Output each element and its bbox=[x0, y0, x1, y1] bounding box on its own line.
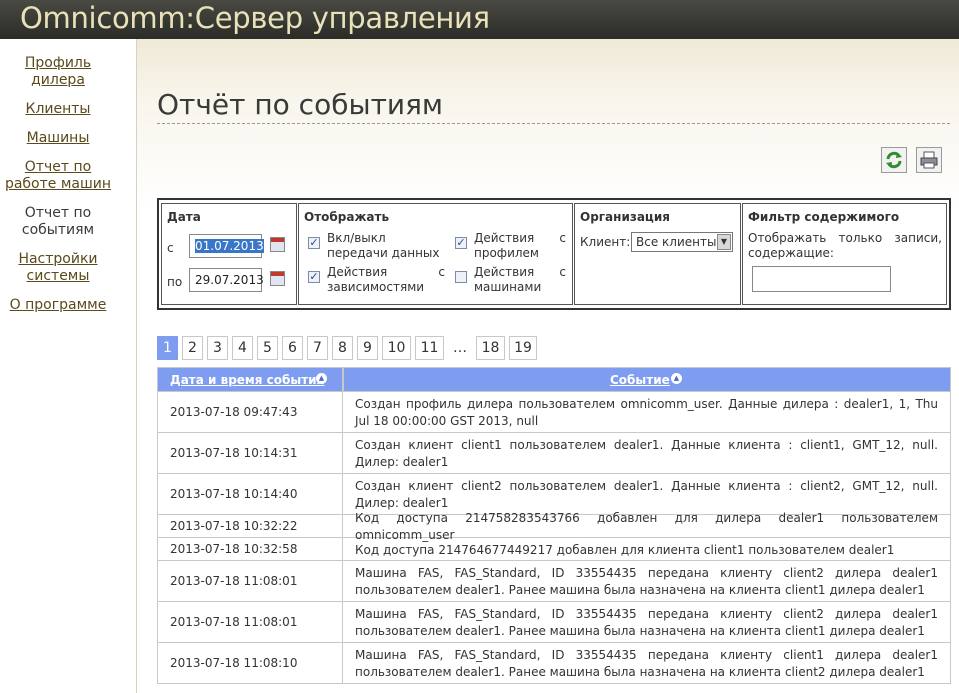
sidebar-item-machine-report[interactable]: Отчет по работе машин bbox=[0, 159, 116, 193]
content-filter-input[interactable] bbox=[752, 266, 891, 292]
date-from-value: 01.07.2013 bbox=[195, 239, 264, 253]
cell-event: Машина FAS, FAS_Standard, ID 33554435 пе… bbox=[343, 561, 951, 601]
column-header-datetime[interactable]: Дата и время события ▲ bbox=[157, 367, 343, 392]
display-filter: Отображать ✓ Вкл/выкл передачи данных ✓ … bbox=[298, 203, 573, 305]
option-machine-actions-label: Действия с машинами bbox=[474, 265, 566, 294]
cell-datetime: 2013-07-18 11:08:01 bbox=[157, 561, 343, 601]
content-filter-heading: Фильтр содержимого bbox=[748, 210, 900, 224]
page-button-8[interactable]: 8 bbox=[332, 336, 353, 360]
sidebar-item-clients[interactable]: Клиенты bbox=[0, 101, 116, 118]
content-filter: Фильтр содержимого Отображать только зап… bbox=[742, 203, 947, 305]
sort-icon[interactable]: ▲ bbox=[671, 373, 682, 384]
date-to-label: по bbox=[167, 275, 183, 289]
table-row: 2013-07-18 11:08:01 Машина FAS, FAS_Stan… bbox=[157, 561, 951, 602]
cell-datetime: 2013-07-18 11:08:10 bbox=[157, 643, 343, 683]
cell-datetime: 2013-07-18 10:14:31 bbox=[157, 433, 343, 473]
sidebar-item-dealer-profile[interactable]: Профиль дилера bbox=[0, 55, 116, 89]
option-profile-actions-label: Действия с профилем bbox=[474, 231, 566, 260]
cell-event: Создан клиент client2 пользователем deal… bbox=[343, 474, 951, 514]
client-select[interactable]: Все клиенты ▼ bbox=[631, 232, 733, 252]
page-button-1[interactable]: 1 bbox=[157, 336, 178, 360]
cell-datetime: 2013-07-18 10:14:40 bbox=[157, 474, 343, 514]
column-header-event-label[interactable]: Событие bbox=[610, 373, 670, 387]
column-header-datetime-label[interactable]: Дата и время события bbox=[170, 373, 324, 387]
page-button-11[interactable]: 11 bbox=[415, 336, 444, 360]
cell-event: Машина FAS, FAS_Standard, ID 33554435 пе… bbox=[343, 643, 951, 683]
display-filter-heading: Отображать bbox=[304, 210, 390, 224]
page-button-19[interactable]: 19 bbox=[509, 336, 537, 360]
page-button-9[interactable]: 9 bbox=[357, 336, 378, 360]
refresh-icon bbox=[886, 151, 902, 169]
sidebar-item-events-report: Отчет по событиям bbox=[21, 205, 95, 238]
date-from-input[interactable]: 01.07.2013 bbox=[189, 234, 264, 258]
option-data-transfer-label: Вкл/выкл передачи данных bbox=[327, 231, 440, 260]
client-select-value: Все клиенты bbox=[636, 235, 717, 249]
table-row: 2013-07-18 11:08:10 Машина FAS, FAS_Stan… bbox=[157, 643, 951, 684]
organization-filter: Организация Клиент: Все клиенты ▼ bbox=[574, 203, 741, 305]
content-filter-description: Отображать только записи, содержащие: bbox=[748, 231, 942, 260]
client-label: Клиент: bbox=[580, 235, 631, 249]
page-button-4[interactable]: 4 bbox=[232, 336, 253, 360]
cell-datetime: 2013-07-18 10:32:58 bbox=[157, 538, 343, 560]
table-row: 2013-07-18 10:32:22 Код доступа 21475828… bbox=[157, 511, 951, 542]
cell-event: Машина FAS, FAS_Standard, ID 33554435 пе… bbox=[343, 602, 951, 642]
sort-icon[interactable]: ▲ bbox=[316, 373, 327, 384]
app-title: Omnicomm:Сервер управления bbox=[20, 1, 490, 35]
cell-datetime: 2013-07-18 09:47:43 bbox=[157, 392, 343, 432]
sidebar-item-about[interactable]: О программе bbox=[0, 297, 116, 314]
refresh-button[interactable] bbox=[881, 147, 907, 173]
sidebar-item-machines[interactable]: Машины bbox=[0, 130, 116, 147]
table-row: 2013-07-18 10:32:58 Код доступа 21476467… bbox=[157, 538, 951, 561]
main-content: Отчёт по событиям Дата с 01.07.2013 по 2… bbox=[137, 39, 959, 693]
page-button-2[interactable]: 2 bbox=[182, 336, 203, 360]
cell-datetime: 2013-07-18 11:08:01 bbox=[157, 602, 343, 642]
app-header: Omnicomm:Сервер управления bbox=[0, 0, 959, 39]
print-button[interactable] bbox=[916, 147, 942, 173]
calendar-icon[interactable] bbox=[270, 271, 285, 286]
page-title: Отчёт по событиям bbox=[157, 88, 444, 121]
table-row: 2013-07-18 11:08:01 Машина FAS, FAS_Stan… bbox=[157, 602, 951, 643]
cell-event: Создан профиль дилера пользователем omni… bbox=[343, 392, 951, 432]
cell-event: Создан клиент client1 пользователем deal… bbox=[343, 433, 951, 473]
option-dependency-actions-label: Действия с зависимостями bbox=[327, 265, 445, 294]
date-filter: Дата с 01.07.2013 по 29.07.2013 bbox=[161, 203, 297, 305]
sidebar-item-system-settings[interactable]: Настройки системы bbox=[0, 251, 116, 285]
column-header-event[interactable]: Событие ▲ bbox=[343, 367, 951, 392]
page-button-10[interactable]: 10 bbox=[382, 336, 411, 360]
checkbox-dependency-actions[interactable]: ✓ bbox=[308, 271, 320, 283]
calendar-icon[interactable] bbox=[270, 237, 285, 252]
date-to-input[interactable]: 29.07.2013 bbox=[189, 268, 264, 292]
date-from-label: с bbox=[167, 241, 174, 255]
table-row: 2013-07-18 09:47:43 Создан профиль дилер… bbox=[157, 392, 951, 433]
title-divider bbox=[157, 123, 950, 124]
pagination-ellipsis: … bbox=[453, 340, 467, 356]
checkbox-machine-actions[interactable] bbox=[455, 271, 467, 283]
checkbox-profile-actions[interactable]: ✓ bbox=[455, 237, 467, 249]
cell-event: Код доступа 214764677449217 добавлен для… bbox=[343, 538, 951, 560]
filter-panel: Дата с 01.07.2013 по 29.07.2013 Отобража… bbox=[157, 198, 951, 310]
page-button-3[interactable]: 3 bbox=[207, 336, 228, 360]
page-button-7[interactable]: 7 bbox=[307, 336, 328, 360]
page-button-6[interactable]: 6 bbox=[282, 336, 303, 360]
table-row: 2013-07-18 10:14:31 Создан клиент client… bbox=[157, 433, 951, 474]
sidebar: Профиль дилера Клиенты Машины Отчет по р… bbox=[0, 39, 137, 693]
cell-datetime: 2013-07-18 10:32:22 bbox=[157, 515, 343, 537]
page-button-18[interactable]: 18 bbox=[476, 336, 505, 360]
chevron-down-icon: ▼ bbox=[717, 234, 731, 250]
checkbox-data-transfer[interactable]: ✓ bbox=[308, 237, 320, 249]
page-button-5[interactable]: 5 bbox=[257, 336, 278, 360]
table-row: 2013-07-18 10:14:40 Создан клиент client… bbox=[157, 474, 951, 515]
organization-filter-heading: Организация bbox=[580, 210, 670, 224]
date-filter-heading: Дата bbox=[167, 210, 201, 224]
cell-event: Код доступа 214758283543766 добавлен для… bbox=[343, 511, 951, 542]
print-icon bbox=[920, 151, 938, 169]
